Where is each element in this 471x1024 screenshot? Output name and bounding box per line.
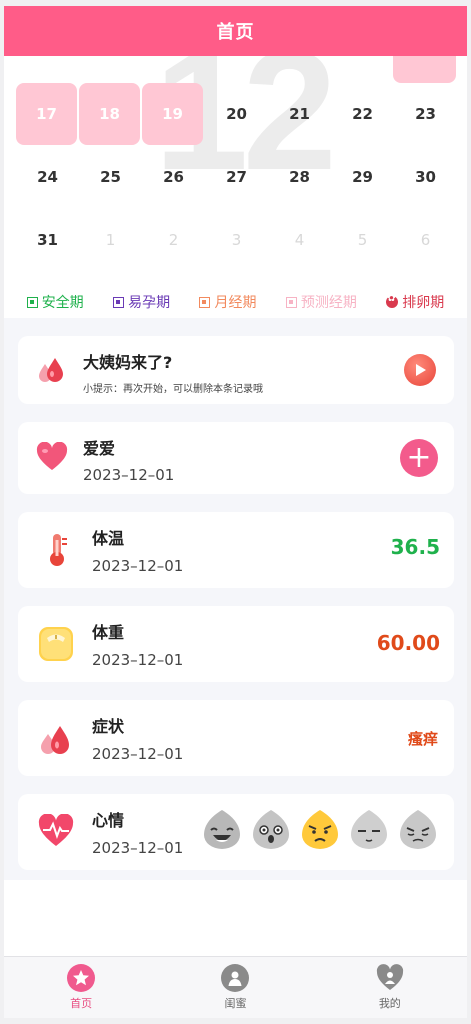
- temperature-value: 36.5: [390, 535, 440, 559]
- legend-label: 易孕期: [128, 295, 171, 311]
- calendar-day[interactable]: 20: [205, 83, 268, 145]
- mood-card[interactable]: 心情 2023–12–01: [18, 794, 454, 870]
- heart-icon: [36, 442, 68, 472]
- calendar-day[interactable]: 25: [79, 146, 142, 208]
- legend-label: 月经期: [214, 295, 257, 311]
- calendar-day[interactable]: 3: [205, 209, 268, 271]
- blood-drops-icon: [38, 722, 72, 758]
- calendar-day[interactable]: 24: [16, 146, 79, 208]
- mood-title: 心情: [92, 811, 125, 830]
- legend-predicted: 预测经期: [285, 292, 357, 312]
- symptom-value: 瘙痒: [407, 730, 438, 748]
- temperature-title: 体温: [92, 529, 125, 548]
- bottom-tab-bar: 首页 闺蜜 我的: [4, 956, 467, 1018]
- calendar-day[interactable]: 22: [331, 83, 394, 145]
- calendar-day[interactable]: 18: [79, 83, 140, 145]
- calendar-day[interactable]: 17: [16, 83, 77, 145]
- weight-value: 60.00: [376, 631, 440, 655]
- mood-date: 2023–12–01: [92, 839, 184, 857]
- symptom-card[interactable]: 症状 2023–12–01 瘙痒: [18, 700, 454, 776]
- weight-date: 2023–12–01: [92, 651, 184, 669]
- legend-label: 安全期: [41, 295, 84, 311]
- star-icon: [67, 964, 96, 992]
- calendar-day[interactable]: 21: [268, 83, 331, 145]
- scale-icon: [38, 626, 74, 662]
- calendar-day[interactable]: 5: [331, 209, 394, 271]
- records-list: 大姨妈来了? 小提示：再次开始，可以删除本条记录哦 爱爱 2023–12–01 …: [4, 318, 467, 880]
- calendar-day[interactable]: 30: [394, 146, 457, 208]
- mood-options: [202, 808, 438, 850]
- calendar-day[interactable]: 1: [79, 209, 142, 271]
- heart-person-icon: [376, 964, 404, 992]
- laughing-face-icon[interactable]: [202, 808, 242, 850]
- love-date: 2023–12–01: [83, 466, 175, 484]
- legend-safe: 安全期: [26, 292, 84, 312]
- angry-face-icon[interactable]: [300, 808, 340, 850]
- period-tip: 小提示：再次开始，可以删除本条记录哦: [83, 384, 263, 395]
- calendar-week-row: 24 25 26 27 28 29 30: [16, 146, 458, 208]
- friend-icon: [221, 964, 250, 992]
- calendar-day[interactable]: 28: [268, 146, 331, 208]
- tab-label: 我的: [378, 997, 401, 1010]
- legend-label: 排卵期: [402, 295, 445, 311]
- calendar-day[interactable]: 26: [142, 146, 205, 208]
- tab-label: 首页: [70, 997, 93, 1010]
- plus-icon: +: [406, 440, 432, 475]
- weight-card[interactable]: 体重 2023–12–01 60.00: [18, 606, 454, 682]
- calendar-day[interactable]: 31: [16, 209, 79, 271]
- top-bar: 首页: [4, 6, 467, 56]
- square-icon: [26, 296, 38, 308]
- love-title: 爱爱: [83, 439, 116, 458]
- tab-mine[interactable]: 我的: [313, 957, 467, 1018]
- calendar: 12 17 18 19 20 21 22 23 24 25 26 27 28 29 30 31 1 2 3 4 5 6 …: [4, 56, 467, 318]
- period-title: 大姨妈来了?: [83, 353, 173, 372]
- app-screen: 首页 12 17 18 19 20 21 22 23 24 25 26 27 28 29 30 31 1 2 3 4…: [4, 6, 467, 1018]
- calm-face-icon[interactable]: [349, 808, 389, 850]
- legend-ovulation: 排卵期: [386, 292, 444, 312]
- period-card[interactable]: 大姨妈来了? 小提示：再次开始，可以删除本条记录哦: [18, 336, 454, 404]
- calendar-day[interactable]: 27: [205, 146, 268, 208]
- calendar-day[interactable]: 6: [394, 209, 457, 271]
- add-love-button[interactable]: +: [400, 439, 438, 477]
- thermometer-icon: [44, 532, 70, 568]
- surprised-face-icon[interactable]: [251, 808, 291, 850]
- love-card[interactable]: 爱爱 2023–12–01 +: [18, 422, 454, 494]
- play-icon: [416, 364, 426, 376]
- calendar-week-row: 31 1 2 3 4 5 6: [16, 209, 458, 271]
- flower-icon: [386, 293, 399, 308]
- calendar-day[interactable]: 19: [142, 83, 203, 145]
- period-day-cell[interactable]: [393, 56, 456, 83]
- blood-drops-icon: [36, 354, 66, 386]
- weight-title: 体重: [92, 623, 125, 642]
- legend-label: 预测经期: [300, 295, 357, 311]
- temperature-date: 2023–12–01: [92, 557, 184, 575]
- calendar-day[interactable]: 23: [394, 83, 457, 145]
- symptom-title: 症状: [92, 717, 125, 736]
- temperature-card[interactable]: 体温 2023–12–01 36.5: [18, 512, 454, 588]
- legend: 安全期 易孕期 月经期 预测经期 排卵期: [4, 286, 467, 318]
- tab-home[interactable]: 首页: [4, 957, 158, 1018]
- calendar-week-row: 17 18 19 20 21 22 23: [16, 83, 458, 145]
- square-icon: [199, 296, 211, 308]
- calendar-day[interactable]: 2: [142, 209, 205, 271]
- page-title: 首页: [216, 22, 255, 43]
- legend-period: 月经期: [199, 292, 256, 312]
- play-button[interactable]: [404, 354, 436, 386]
- heartbeat-icon: [38, 814, 74, 848]
- calendar-day[interactable]: 29: [331, 146, 394, 208]
- tab-friends[interactable]: 闺蜜: [158, 957, 312, 1018]
- calendar-day[interactable]: 4: [268, 209, 331, 271]
- legend-fertile: 易孕期: [113, 292, 170, 312]
- sad-face-icon[interactable]: [398, 808, 438, 850]
- square-icon: [113, 296, 125, 308]
- symptom-date: 2023–12–01: [92, 745, 184, 763]
- tab-label: 闺蜜: [224, 997, 247, 1010]
- square-icon: [285, 296, 297, 308]
